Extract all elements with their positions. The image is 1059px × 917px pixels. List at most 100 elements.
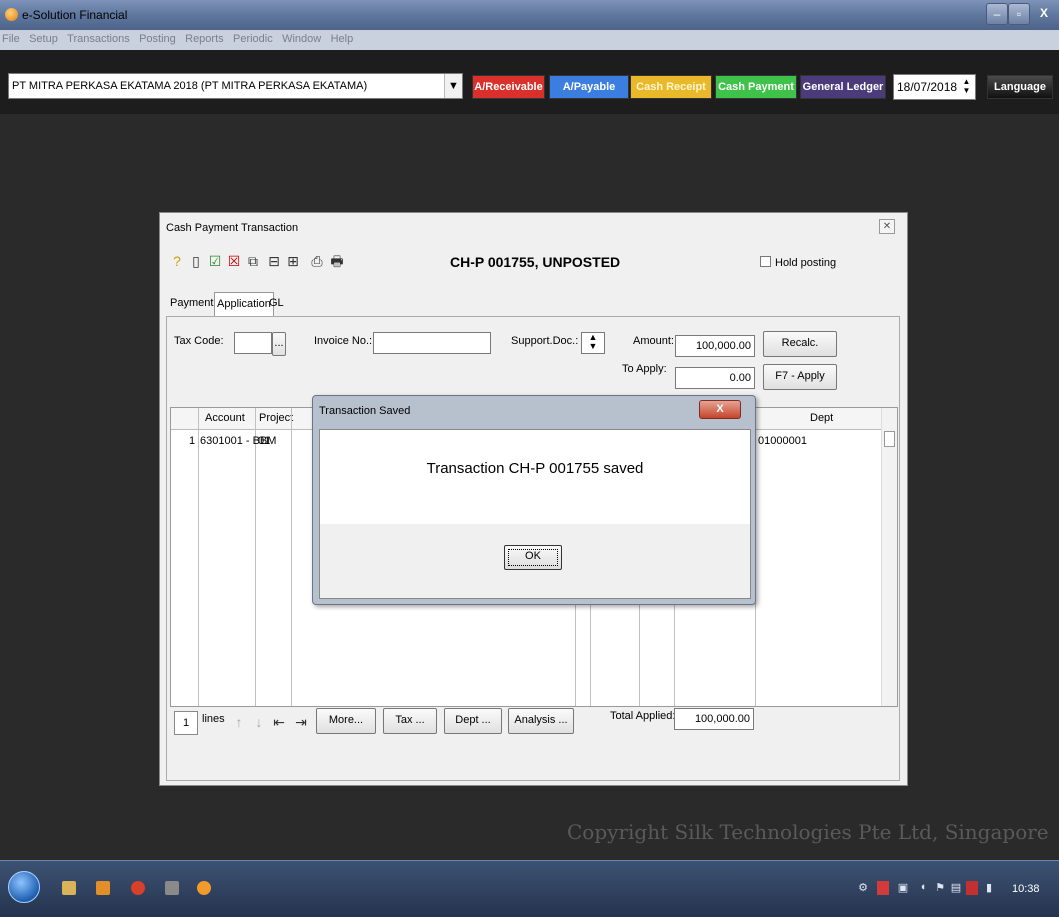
- move-down-icon[interactable]: ↓: [250, 712, 268, 732]
- to-apply-label: To Apply:: [622, 363, 667, 375]
- grid-divider: [198, 408, 199, 706]
- general-ledger-button[interactable]: General Ledger: [800, 75, 886, 99]
- menu-file[interactable]: File: [0, 30, 23, 45]
- window-title: e-Solution Financial: [22, 8, 128, 22]
- tray-icon[interactable]: ▤: [950, 881, 962, 895]
- dialog-body: Transaction CH-P 001755 saved OK: [319, 429, 751, 599]
- hold-posting-checkbox[interactable]: Hold posting: [760, 256, 836, 269]
- insert-line-icon[interactable]: ⇤: [270, 712, 288, 732]
- dialog-message: Transaction CH-P 001755 saved: [426, 460, 644, 477]
- file-explorer-icon[interactable]: [62, 881, 76, 895]
- hold-posting-label: Hold posting: [775, 257, 837, 269]
- menu-reports[interactable]: Reports: [182, 30, 227, 45]
- document-title: CH-P 001755, UNPOSTED: [450, 254, 621, 270]
- menu-posting[interactable]: Posting: [136, 30, 179, 45]
- row-project[interactable]: 01: [258, 435, 270, 447]
- chevron-down-icon[interactable]: ▼: [444, 74, 462, 98]
- cash-payment-button[interactable]: Cash Payment: [715, 75, 797, 99]
- grid-divider: [255, 408, 256, 706]
- grid-scrollbar[interactable]: [881, 408, 897, 706]
- dialog-title: Transaction Saved: [319, 405, 411, 417]
- apply-button[interactable]: F7 - Apply: [763, 364, 837, 390]
- analysis-button[interactable]: Analysis ...: [508, 708, 574, 734]
- menu-setup[interactable]: Setup: [26, 30, 61, 45]
- window-close-icon[interactable]: ✕: [879, 219, 895, 234]
- amount-label: Amount:: [633, 335, 674, 347]
- browser-icon[interactable]: [131, 881, 145, 895]
- support-doc-stepper[interactable]: ▲ ▼: [581, 332, 605, 354]
- tax-code-input[interactable]: [234, 332, 272, 354]
- grid-header-project: Project: [259, 412, 294, 424]
- copy-icon[interactable]: ⧉: [244, 251, 262, 271]
- date-spinner[interactable]: ▲ ▼: [960, 77, 973, 97]
- tab-application[interactable]: Application: [214, 292, 274, 316]
- tax-code-label: Tax Code:: [174, 335, 224, 347]
- title-bar: e-Solution Financial – ▫ X: [0, 0, 1059, 30]
- app-icon: [5, 8, 18, 21]
- delete-line-icon[interactable]: ⇥: [292, 712, 310, 732]
- preview-icon[interactable]: ⎙: [308, 251, 326, 271]
- print-icon[interactable]: 🖶: [328, 251, 346, 271]
- language-button[interactable]: Language: [987, 75, 1053, 99]
- minimize-button[interactable]: –: [986, 3, 1008, 25]
- invoice-input[interactable]: [373, 332, 491, 354]
- amount-field: 100,000.00: [675, 335, 755, 357]
- previous-record-icon[interactable]: ⊟: [265, 251, 283, 271]
- to-apply-field: 0.00: [675, 367, 755, 389]
- recalc-button[interactable]: Recalc.: [763, 331, 837, 357]
- next-record-icon[interactable]: ⊞: [284, 251, 302, 271]
- date-value: 18/07/2018: [897, 80, 958, 94]
- network-icon[interactable]: ▮: [983, 881, 995, 895]
- maximize-button[interactable]: ▫: [1008, 3, 1030, 25]
- volume-icon[interactable]: ◖: [917, 881, 929, 895]
- tray-icon[interactable]: [966, 881, 978, 895]
- taskbar: ⚙ ▣ ◖ ⚑ ▤ ▮ 10:38: [0, 860, 1059, 917]
- tax-button[interactable]: Tax ...: [383, 708, 437, 734]
- tray-icon[interactable]: [877, 881, 889, 895]
- support-doc-label: Support.Doc.:: [511, 335, 579, 347]
- menu-transactions[interactable]: Transactions: [64, 30, 133, 45]
- checkbox-box[interactable]: [760, 256, 771, 267]
- delete-icon[interactable]: ☒: [225, 251, 243, 271]
- apayable-button[interactable]: A/Payable: [549, 75, 629, 99]
- app-icon[interactable]: [165, 881, 179, 895]
- flag-icon[interactable]: ⚑: [934, 881, 946, 895]
- menu-periodic[interactable]: Periodic: [230, 30, 276, 45]
- start-button[interactable]: [8, 871, 40, 903]
- scrollbar-thumb[interactable]: [884, 431, 895, 447]
- grid-header-dept: Dept: [810, 412, 834, 424]
- app-icon[interactable]: [96, 881, 110, 895]
- tray-icon[interactable]: ▣: [897, 881, 909, 895]
- total-applied-field: 100,000.00: [674, 708, 754, 730]
- close-button[interactable]: X: [1031, 3, 1057, 25]
- new-icon[interactable]: ▯: [187, 251, 205, 271]
- row-number: 1: [189, 435, 196, 447]
- help-icon[interactable]: ?: [168, 251, 186, 271]
- total-applied-label: Total Applied:: [610, 710, 676, 722]
- more-button[interactable]: More...: [316, 708, 376, 734]
- cash-receipt-button[interactable]: Cash Receipt: [630, 75, 712, 99]
- clock[interactable]: 10:38: [1012, 883, 1040, 895]
- date-field[interactable]: 18/07/2018 ▲ ▼: [893, 74, 976, 100]
- lines-label: lines: [202, 713, 225, 725]
- dialog-close-button[interactable]: X: [699, 400, 741, 419]
- tab-gl[interactable]: GL: [267, 292, 286, 316]
- tab-payment[interactable]: Payment: [168, 292, 215, 316]
- company-select[interactable]: PT MITRA PERKASA EKATAMA 2018 (PT MITRA …: [8, 73, 463, 99]
- main-toolbar: PT MITRA PERKASA EKATAMA 2018 (PT MITRA …: [0, 50, 1059, 114]
- transaction-saved-dialog: Transaction Saved X Transaction CH-P 001…: [312, 395, 756, 605]
- menu-window[interactable]: Window: [279, 30, 324, 45]
- row-dept[interactable]: 01000001: [758, 435, 807, 447]
- menu-help[interactable]: Help: [328, 30, 357, 45]
- dialog-message-area: Transaction CH-P 001755 saved: [320, 430, 750, 524]
- areceivable-button[interactable]: A/Receivable: [472, 75, 545, 99]
- ok-button[interactable]: OK: [504, 545, 562, 570]
- tax-code-lookup-button[interactable]: ...: [272, 332, 286, 356]
- move-up-icon[interactable]: ↑: [230, 712, 248, 732]
- esolution-taskbar-icon[interactable]: [197, 881, 211, 895]
- company-select-value: PT MITRA PERKASA EKATAMA 2018 (PT MITRA …: [12, 80, 368, 92]
- save-icon[interactable]: ☑: [206, 251, 224, 271]
- dept-button[interactable]: Dept ...: [444, 708, 502, 734]
- tray-icon[interactable]: ⚙: [857, 881, 869, 895]
- cash-payment-title: Cash Payment Transaction: [166, 222, 299, 234]
